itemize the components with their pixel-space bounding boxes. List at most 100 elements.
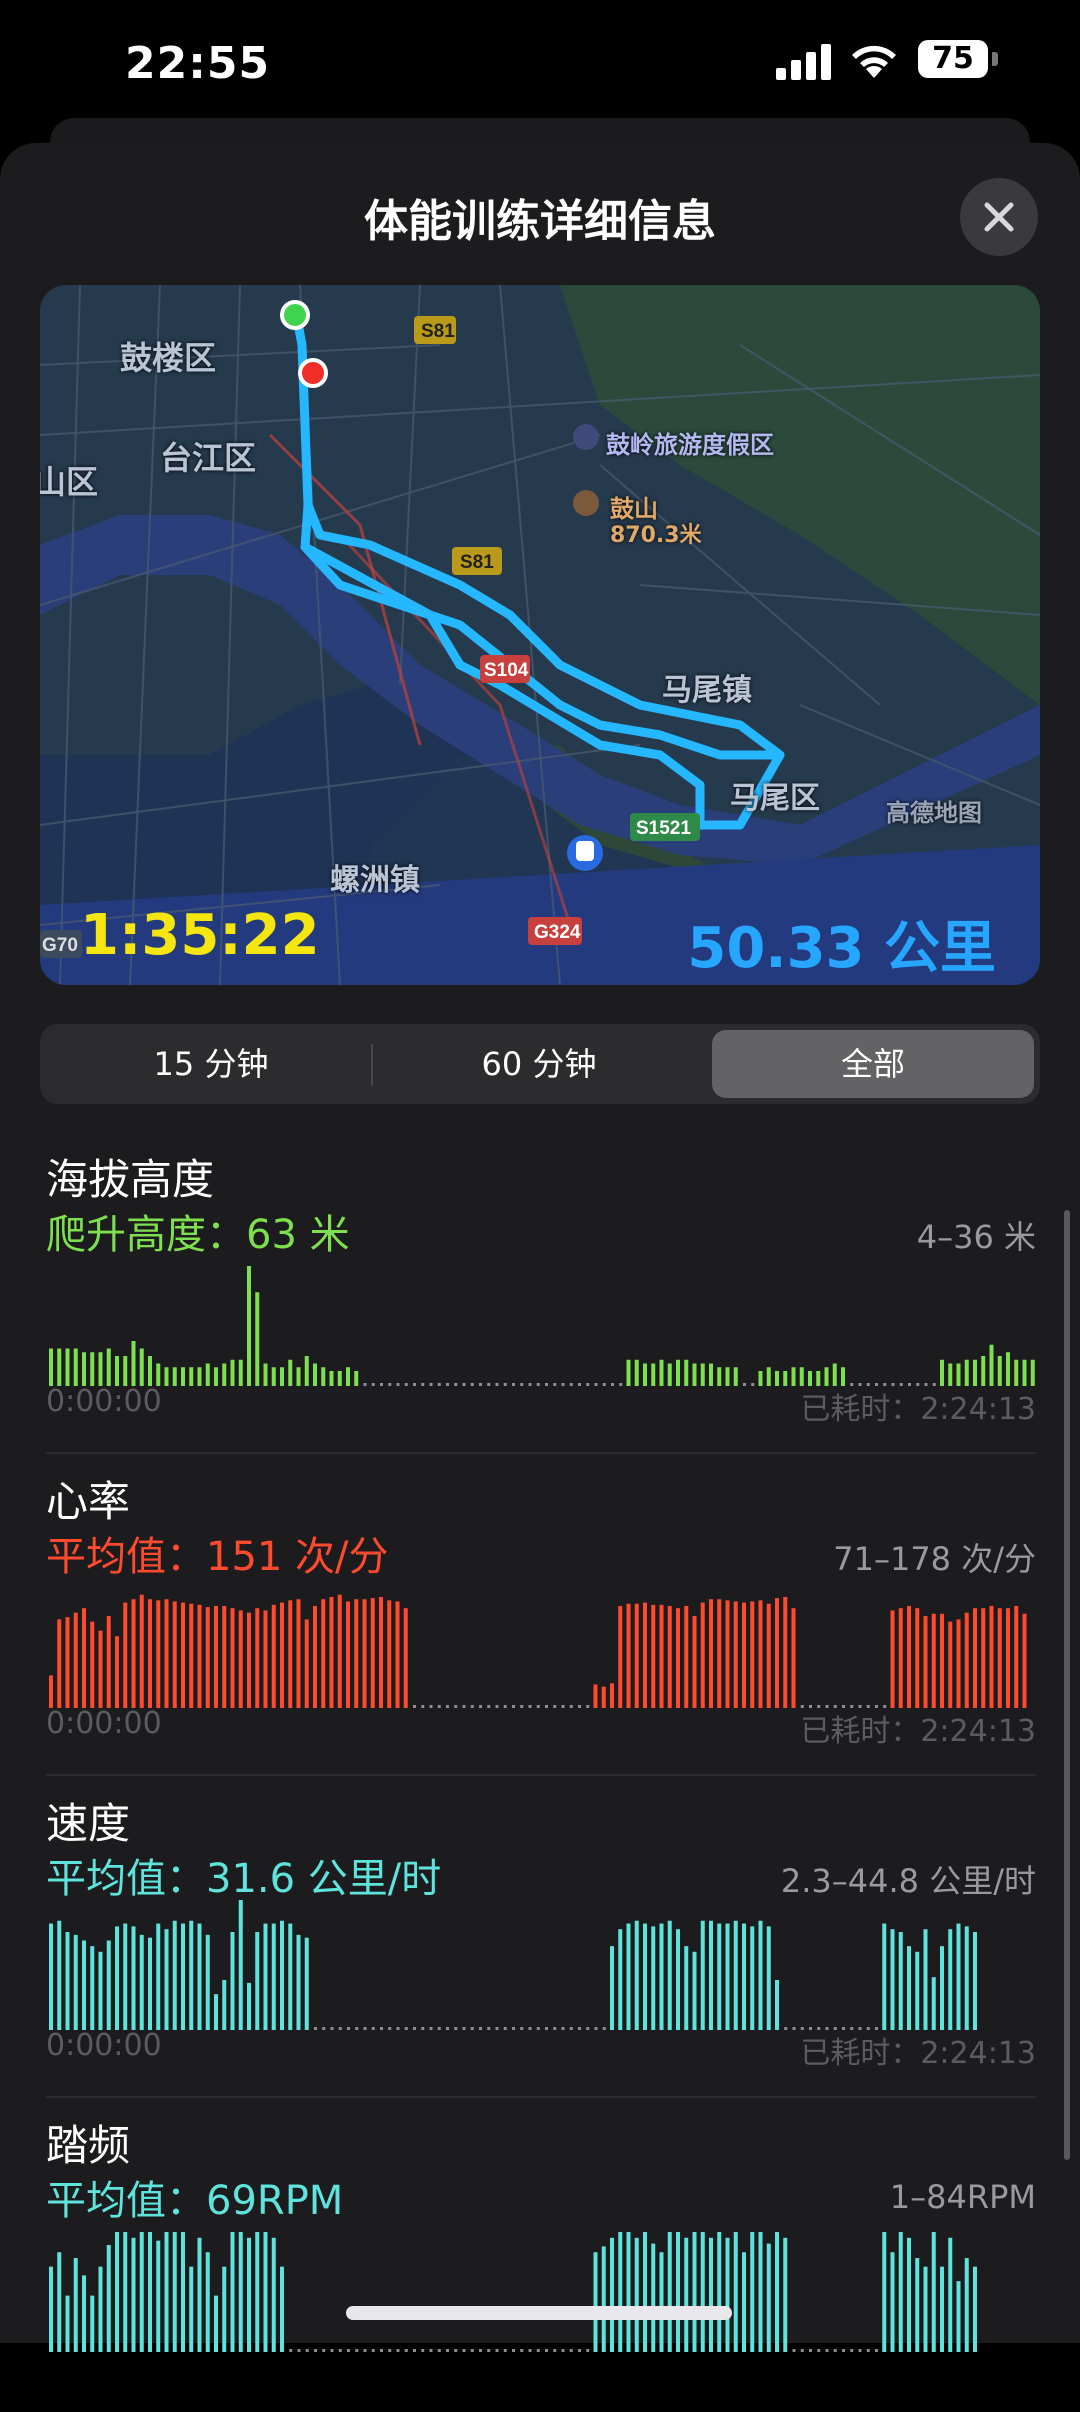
chart-bar (238, 1900, 243, 2030)
chart-bar (156, 2240, 161, 2352)
chart-bar (898, 1932, 903, 2030)
chart-gap-dot (454, 1383, 458, 1386)
chart-bar (247, 1266, 251, 1386)
chart-bar (750, 2232, 755, 2352)
chart-gap-dot (578, 2349, 581, 2352)
chart-bar (676, 1359, 680, 1386)
chart-bar (750, 1926, 755, 2030)
chart-bar (973, 1932, 977, 2030)
chart-bar (692, 1363, 697, 1386)
chart-bar (230, 2232, 235, 2352)
heart-rate-chart[interactable] (46, 1578, 1036, 1708)
chart-gap-dot (388, 1383, 392, 1386)
chart-gap-dot (297, 2349, 301, 2352)
chart-gap-dot (842, 2349, 845, 2352)
chart-bar (709, 1920, 713, 2030)
segment-15min[interactable]: 15 分钟 (46, 1030, 376, 1098)
chart-gap-dot (479, 2349, 482, 2352)
chart-gap-dot (495, 1383, 499, 1386)
chart-bar (205, 1934, 210, 2030)
chart-bar (940, 1946, 944, 2030)
chart-bar (948, 2237, 953, 2352)
chart-bar (667, 1920, 672, 2030)
chart-gap-dot (479, 1383, 482, 1386)
chart-bar (205, 2252, 210, 2352)
chart-bar (222, 1980, 227, 2030)
chart-bar (362, 1599, 367, 1708)
chart-gap-dot (569, 2027, 573, 2030)
chart-gap-dot (578, 2027, 581, 2030)
chart-gap-dot (545, 1705, 548, 1708)
chart-bar (238, 2232, 243, 2352)
metric-value: 平均值：31.6 公里/时 (46, 1856, 442, 1902)
chart-gap-dot (388, 2349, 392, 2352)
chart-gap-dot (330, 2027, 334, 2030)
chart-bar (98, 1630, 103, 1708)
chart-bar (189, 2266, 194, 2352)
chart-bar (618, 1929, 623, 2030)
chart-gap-dot (545, 2027, 548, 2030)
chart-bar (123, 1356, 128, 1386)
chart-bar (172, 1601, 177, 1708)
altitude-chart[interactable] (46, 1256, 1036, 1386)
speed-chart[interactable] (46, 1900, 1036, 2030)
chart-gap-dot (751, 1383, 755, 1386)
chart-gap-dot (487, 1705, 491, 1708)
chart-start-time: 0:00:00 (46, 1706, 162, 1741)
chart-bar (601, 2246, 606, 2352)
chart-bar (197, 1367, 202, 1386)
chart-gap-dot (520, 1705, 524, 1708)
chart-bar (931, 2232, 936, 2352)
chart-bar (964, 1926, 969, 2030)
chart-gap-dot (470, 1705, 474, 1708)
chart-bar (214, 1605, 218, 1708)
map-label-gulou: 鼓楼区 (120, 339, 217, 377)
chart-bar (98, 2266, 103, 2352)
chart-bar (263, 1610, 268, 1708)
map-label-taijiang: 台江区 (160, 439, 257, 477)
cellular-signal-icon (776, 44, 831, 80)
chart-bar (115, 1356, 119, 1386)
chart-bar (667, 1363, 672, 1386)
close-button[interactable] (960, 178, 1038, 256)
chart-gap-dot (586, 1383, 590, 1386)
chart-bar (82, 2275, 86, 2352)
chart-gap-dot (569, 1383, 573, 1386)
chart-gap-dot (421, 2027, 425, 2030)
route-map[interactable]: S81 S81 S104 S1521 G324 G70 鼓楼区 台江区 山区 鼓… (40, 285, 1040, 985)
chart-bar (148, 1356, 152, 1386)
chart-bar (684, 1359, 689, 1386)
segment-all[interactable]: 全部 (712, 1030, 1034, 1098)
chart-bar (181, 2232, 185, 2352)
chart-gap-dot (569, 2349, 573, 2352)
chart-bar (643, 1923, 647, 2030)
chart-bar (659, 2252, 664, 2352)
chart-bar (775, 2232, 779, 2352)
chart-gap-dot (413, 1383, 416, 1386)
chart-bar (395, 1601, 400, 1708)
chart-bar (131, 1341, 136, 1386)
chart-bar (288, 1600, 293, 1708)
chart-gap-dot (429, 2349, 433, 2352)
segment-60min[interactable]: 60 分钟 (374, 1030, 704, 1098)
time-range-segmented-control: 15 分钟 60 分钟 全部 (40, 1024, 1040, 1104)
chart-bar (783, 1596, 788, 1708)
chart-bar (73, 1612, 78, 1708)
sheet-title: 体能训练详细信息 (364, 196, 716, 247)
chart-bar (882, 2232, 887, 2352)
chart-gap-dot (495, 2027, 499, 2030)
chart-bar (181, 1923, 185, 2030)
cadence-chart[interactable] (46, 2222, 1036, 2352)
chart-gap-dot (578, 1705, 581, 1708)
chart-gap-dot (512, 1705, 515, 1708)
chart-gap-dot (462, 1705, 466, 1708)
chart-bar (890, 1610, 895, 1708)
home-indicator[interactable] (346, 2306, 732, 2320)
chart-bar (940, 2266, 944, 2352)
chart-bar (651, 2243, 656, 2352)
chart-gap-dot (792, 2027, 796, 2030)
scrollbar[interactable] (1064, 1210, 1070, 2160)
chart-gap-dot (528, 1383, 532, 1386)
chart-bar (610, 1683, 614, 1708)
chart-bar (610, 1946, 614, 2030)
